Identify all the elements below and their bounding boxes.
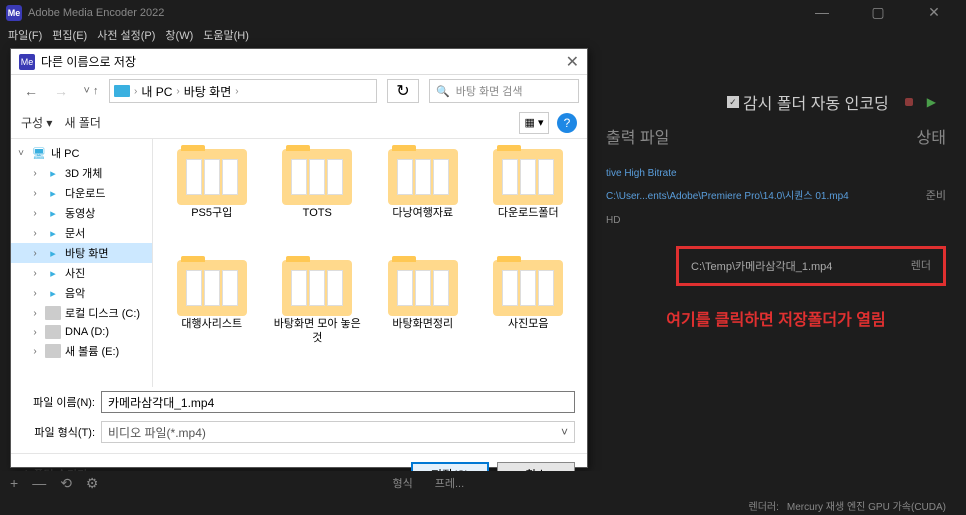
tree-item[interactable]: ›▸문서 (11, 223, 152, 243)
remove-icon[interactable]: — (32, 475, 46, 491)
refresh-button[interactable]: ↻ (387, 79, 419, 103)
annotation-text: 여기를 클릭하면 저장폴더가 열림 (586, 294, 966, 342)
tree-item[interactable]: ›새 볼륨 (E:) (11, 341, 152, 361)
view-button[interactable]: ▦ ▾ (519, 112, 549, 134)
folder-item[interactable]: 다낭여행자료 (372, 147, 474, 254)
menu-help[interactable]: 도움말(H) (203, 27, 249, 43)
new-folder-button[interactable]: 새 폴더 (64, 114, 100, 131)
maximize-button[interactable]: ▢ (860, 4, 896, 21)
nav-row: ← → ˅ ↑ › 내 PC › 바탕 화면 › ↻ 🔍 바탕 화면 검색 (11, 75, 587, 107)
folder-item[interactable]: 바탕화면 모아 놓은 것 (267, 258, 369, 379)
auto-encode-label: 감시 폴더 자동 인코딩 (743, 90, 889, 114)
tree-item[interactable]: ›로컬 디스크 (C:) (11, 303, 152, 323)
folder-item[interactable]: 사진모음 (478, 258, 580, 379)
tree-item[interactable]: ›▸사진 (11, 263, 152, 283)
titlebar: Me Adobe Media Encoder 2022 — ▢ ✕ (0, 0, 966, 25)
output-path-1[interactable]: C:\User...ents\Adobe\Premiere Pro\14.0\시… (606, 187, 849, 203)
folder-tree: ˅🖥내 PC›▸3D 개체›▸다운로드›▸동영상›▸문서›▸바탕 화면›▸사진›… (11, 139, 153, 387)
col-status: 상태 (917, 124, 946, 148)
folder-item[interactable]: 바탕화면정리 (372, 258, 474, 379)
highlighted-path: C:\Temp\카메라삼각대_1.mp4 렌더 (676, 246, 946, 286)
sync-icon[interactable]: ⟲ (60, 475, 72, 492)
tree-item[interactable]: ›DNA (D:) (11, 323, 152, 341)
help-button[interactable]: ? (557, 113, 577, 133)
status-2: 렌더 (911, 257, 931, 273)
format-label: 형식 (392, 475, 412, 491)
folder-item[interactable]: 대행사리스트 (161, 258, 263, 379)
record-icon[interactable] (905, 98, 913, 106)
renderer-label: 렌더러: (749, 498, 779, 513)
bitrate-label[interactable]: tive High Bitrate (606, 168, 677, 179)
tree-item[interactable]: ›▸바탕 화면 (11, 243, 152, 263)
status-bar: 렌더러: Mercury 재생 엔진 GPU 가속(CUDA) (0, 495, 966, 515)
up-button[interactable]: ˅ ↑ (79, 79, 103, 103)
app-title: Adobe Media Encoder 2022 (28, 7, 804, 19)
search-input[interactable]: 🔍 바탕 화면 검색 (429, 79, 579, 103)
menu-window[interactable]: 창(W) (165, 27, 193, 43)
queue-panel: ✓ 감시 폴더 자동 인코딩 ▶ 출력 파일 상태 tive High Bitr… (586, 90, 966, 342)
tree-item[interactable]: ›▸다운로드 (11, 183, 152, 203)
bottom-toolbar: + — ⟲ ⚙ 형식 프레... (0, 471, 966, 495)
settings-icon[interactable]: ⚙ (86, 475, 99, 492)
close-button[interactable]: ✕ (916, 4, 952, 21)
minimize-button[interactable]: — (804, 4, 840, 21)
output-path-2[interactable]: C:\Temp\카메라삼각대_1.mp4 (691, 261, 832, 273)
add-icon[interactable]: + (10, 475, 18, 491)
folder-item[interactable]: 다운로드폴더 (478, 147, 580, 254)
filename-label: 파일 이름(N): (23, 394, 95, 410)
search-icon: 🔍 (436, 85, 450, 98)
play-icon[interactable]: ▶ (927, 95, 936, 109)
breadcrumb-pc[interactable]: 내 PC (141, 83, 172, 100)
window-controls: — ▢ ✕ (804, 4, 952, 21)
save-dialog: Me 다른 이름으로 저장 ✕ ← → ˅ ↑ › 내 PC › 바탕 화면 ›… (10, 48, 588, 468)
menu-file[interactable]: 파일(F) (8, 27, 42, 43)
forward-button[interactable]: → (49, 79, 73, 103)
tree-item[interactable]: ›▸3D 개체 (11, 163, 152, 183)
folder-item[interactable]: PS5구입 (161, 147, 263, 254)
menu-preset[interactable]: 사전 설정(P) (97, 27, 155, 43)
app-icon: Me (6, 5, 22, 21)
preview-label: 프레... (435, 475, 464, 491)
folder-grid: PS5구입TOTS다낭여행자료다운로드폴더대행사리스트바탕화면 모아 놓은 것바… (153, 139, 587, 387)
search-placeholder: 바탕 화면 검색 (456, 83, 523, 99)
dialog-icon: Me (19, 54, 35, 70)
dialog-close-button[interactable]: ✕ (566, 52, 579, 72)
pc-icon (114, 85, 130, 97)
dialog-body: ˅🖥내 PC›▸3D 개체›▸다운로드›▸동영상›▸문서›▸바탕 화면›▸사진›… (11, 139, 587, 387)
organize-button[interactable]: 구성 ▾ (21, 114, 52, 131)
menu-edit[interactable]: 편집(E) (52, 27, 87, 43)
filename-input[interactable] (101, 391, 575, 413)
chevron-down-icon: ˅ (561, 425, 568, 439)
tree-item[interactable]: ˅🖥내 PC (11, 143, 152, 163)
tree-item[interactable]: ›▸동영상 (11, 203, 152, 223)
auto-encode-checkbox[interactable]: ✓ (727, 96, 739, 108)
dialog-titlebar: Me 다른 이름으로 저장 ✕ (11, 49, 587, 75)
tree-item[interactable]: ›▸음악 (11, 283, 152, 303)
folder-item[interactable]: TOTS (267, 147, 369, 254)
col-output: 출력 파일 (606, 124, 669, 148)
dialog-title: 다른 이름으로 저장 (41, 53, 566, 70)
back-button[interactable]: ← (19, 79, 43, 103)
toolbar: 구성 ▾ 새 폴더 ▦ ▾ ? (11, 107, 587, 139)
breadcrumb-desktop[interactable]: 바탕 화면 (184, 83, 232, 100)
status-1: 준비 (926, 187, 946, 203)
filetype-select[interactable]: 비디오 파일(*.mp4) ˅ (101, 421, 575, 443)
engine-label: Mercury 재생 엔진 GPU 가속(CUDA) (787, 498, 946, 513)
breadcrumb[interactable]: › 내 PC › 바탕 화면 › (109, 79, 377, 103)
menubar: 파일(F) 편집(E) 사전 설정(P) 창(W) 도움말(H) (0, 25, 966, 45)
filetype-label: 파일 형식(T): (23, 424, 95, 440)
hd-label: HD (606, 215, 620, 226)
